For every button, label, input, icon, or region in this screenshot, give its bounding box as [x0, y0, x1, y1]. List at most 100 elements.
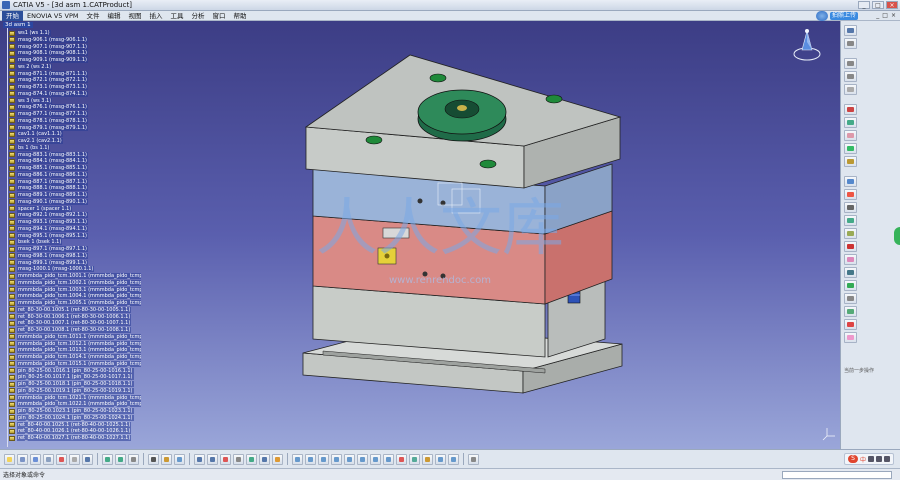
assembly-tool-button[interactable] [844, 254, 857, 265]
menu-enovia[interactable]: ENOVIA V5 VPM [23, 11, 82, 21]
ime-tool-icon[interactable] [884, 456, 890, 462]
toolbar-button[interactable] [128, 453, 139, 465]
toolbar-button[interactable] [396, 453, 407, 465]
tree-node[interactable]: ret_80-30-00.1007.1 (ret-80-30-00-1007.1… [9, 320, 132, 327]
toolbar-button[interactable] [233, 453, 244, 465]
tree-node[interactable]: mssg-871.1 (mssg-871.1.1) [9, 70, 89, 77]
assembly-tool-button[interactable] [844, 202, 857, 213]
tree-node[interactable]: mssg-895.1 (mssg-895.1.1) [9, 232, 89, 239]
toolbar-button[interactable] [331, 453, 342, 465]
tree-node[interactable]: mssg-872.1 (mssg-872.1.1) [9, 77, 89, 84]
tree-node[interactable]: ret_80-30-00.1005.1 (ret-80-30-00-1005.1… [9, 306, 132, 313]
tree-node[interactable]: mmmbda_pido_tcm.1001.1 (mmmbda_pido_tcmp… [9, 273, 141, 279]
tree-node[interactable]: mssg-899.1 (mssg-899.1.1) [9, 259, 89, 266]
toolbar-button[interactable] [435, 453, 446, 465]
toolbar-button[interactable] [305, 453, 316, 465]
assembly-tool-button[interactable] [844, 306, 857, 317]
toolbar-button[interactable] [246, 453, 257, 465]
toolbar-button[interactable] [148, 453, 159, 465]
tree-node[interactable]: mmmbda_pido_tcm.1013.1 (mmmbda_pido_tcmp… [9, 347, 141, 354]
toolbar-button[interactable] [220, 453, 231, 465]
toolbar-button[interactable] [43, 453, 54, 465]
command-input[interactable] [782, 471, 892, 479]
tree-node[interactable]: mssg-908.1 (mssg-908.1.1) [9, 50, 89, 57]
assembly-tool-button[interactable] [844, 241, 857, 252]
assembly-tool-button[interactable] [844, 84, 857, 95]
tree-node[interactable]: mssg-887.1 (mssg-887.1.1) [9, 178, 89, 185]
tree-node[interactable]: pin_80-25-00.1024.1 (pin_80-25-00-1024.1… [9, 414, 134, 421]
toolbar-button[interactable] [422, 453, 433, 465]
tree-node[interactable]: mmmbda_pido_tcm.1005.1 (mmmbda_pido_tcmp… [9, 300, 141, 306]
assembly-tool-button[interactable] [844, 71, 857, 82]
toolbar-button[interactable] [272, 453, 283, 465]
tree-node[interactable]: mmmbda_pido_tcm.1003.1 (mmmbda_pido_tcmp… [9, 286, 141, 293]
toolbar-button[interactable] [174, 453, 185, 465]
toolbar-button[interactable] [115, 453, 126, 465]
tree-node[interactable]: mmmbda_pido_tcm.1014.1 (mmmbda_pido_tcmp… [9, 354, 141, 360]
assembly-tool-button[interactable] [844, 189, 857, 200]
doc-maximize-button[interactable]: □ [882, 12, 888, 19]
toolbar-button[interactable] [102, 453, 113, 465]
assembly-tool-button[interactable] [844, 293, 857, 304]
toolbar-button[interactable] [82, 453, 93, 465]
tree-node[interactable]: pin_80-25-00.1017.1 (pin_80-25-00-1017.1… [9, 374, 134, 381]
toolbar-button[interactable] [56, 453, 67, 465]
tree-node[interactable]: mssg-907.1 (mssg-907.1.1) [9, 43, 89, 50]
toolbar-button[interactable] [4, 453, 15, 465]
maximize-button[interactable]: □ [872, 1, 884, 9]
tree-node[interactable]: mmmbda_pido_tcm.1021.1 (mmmbda_pido_tcmp… [9, 394, 141, 401]
tree-node[interactable]: mssg-889.1 (mssg-889.1.1) [9, 192, 89, 198]
assembly-tool-button[interactable] [844, 319, 857, 330]
toolbar-button[interactable] [318, 453, 329, 465]
ime-bar[interactable]: S 中 [843, 453, 894, 465]
menu-analyze[interactable]: 分析 [187, 11, 208, 21]
tree-node[interactable]: mssg-874.1 (mssg-874.1.1) [9, 90, 89, 97]
assembly-tool-button[interactable] [844, 58, 857, 69]
tree-node[interactable]: bs 1 (bs 1.1) [9, 144, 51, 151]
tree-node[interactable]: mssg-877.1 (mssg-877.1.1) [9, 111, 89, 117]
tree-node[interactable]: cav1.1 (cav1.1.1) [9, 131, 63, 138]
tree-root[interactable]: 3d asm 1 [3, 22, 33, 28]
toolbar-button[interactable] [357, 453, 368, 465]
toolbar-button[interactable] [370, 453, 381, 465]
menu-insert[interactable]: 插入 [145, 11, 166, 21]
tree-node[interactable]: ret_80-40-00.1026.1 (ret-80-40-00-1026.1… [9, 428, 132, 435]
ime-mode[interactable]: 中 [860, 455, 866, 464]
assembly-tool-button[interactable] [844, 130, 857, 141]
tree-node[interactable]: mssg-1000.1 (mssg-1000.1.1) [9, 266, 95, 273]
assembly-tool-button[interactable] [844, 176, 857, 187]
tree-node[interactable]: mssg-893.1 (mssg-893.1.1) [9, 219, 89, 225]
tree-node[interactable]: mssg-898.1 (mssg-898.1.1) [9, 252, 89, 259]
floating-assist-tab[interactable] [894, 227, 900, 245]
tree-node[interactable]: spacer 1 (spacer 1.1) [9, 205, 73, 212]
toolbar-button[interactable] [259, 453, 270, 465]
tree-node[interactable]: ret_80-40-00.1027.1 (ret-80-40-00-1027.1… [9, 435, 132, 441]
tree-node[interactable]: mssg-878.1 (mssg-878.1.1) [9, 117, 89, 124]
tree-node[interactable]: ws1 (ws 1.1) [9, 30, 51, 36]
minimize-button[interactable]: _ [858, 1, 870, 9]
toolbar-button[interactable] [194, 453, 205, 465]
toolbar-button[interactable] [468, 453, 479, 465]
menu-help[interactable]: 帮助 [229, 11, 250, 21]
assembly-tool-button[interactable] [844, 267, 857, 278]
tree-node[interactable]: mssg-886.1 (mssg-886.1.1) [9, 171, 89, 178]
assembly-tool-button[interactable] [844, 228, 857, 239]
toolbar-button[interactable] [69, 453, 80, 465]
menu-file[interactable]: 文件 [82, 11, 103, 21]
toolbar-button[interactable] [161, 453, 172, 465]
toolbar-button[interactable] [448, 453, 459, 465]
ime-tool-icon[interactable] [868, 456, 874, 462]
toolbar-button[interactable] [207, 453, 218, 465]
assembly-tool-button[interactable] [844, 143, 857, 154]
tree-node[interactable]: mmmbda_pido_tcm.1022.1 (mmmbda_pido_tcmp… [9, 401, 141, 408]
upload-badge[interactable]: 拍照上传 [815, 11, 858, 21]
tree-node[interactable]: ret_80-30-00.1008.1 (ret-80-30-00-1008.1… [9, 327, 132, 333]
tree-node[interactable]: mssg-879.1 (mssg-879.1.1) [9, 124, 89, 131]
menu-view[interactable]: 视图 [124, 11, 145, 21]
toolbar-button[interactable] [30, 453, 41, 465]
tree-node[interactable]: mmmbda_pido_tcm.1015.1 (mmmbda_pido_tcmp… [9, 360, 141, 367]
tree-node[interactable]: cav2.1 (cav2.1.1) [9, 138, 63, 144]
tree-node[interactable]: ws 2 (ws 2.1) [9, 63, 53, 70]
tree-node[interactable]: mssg-885.1 (mssg-885.1.1) [9, 165, 89, 171]
tree-node[interactable]: mmmbda_pido_tcm.1004.1 (mmmbda_pido_tcmp… [9, 293, 141, 300]
